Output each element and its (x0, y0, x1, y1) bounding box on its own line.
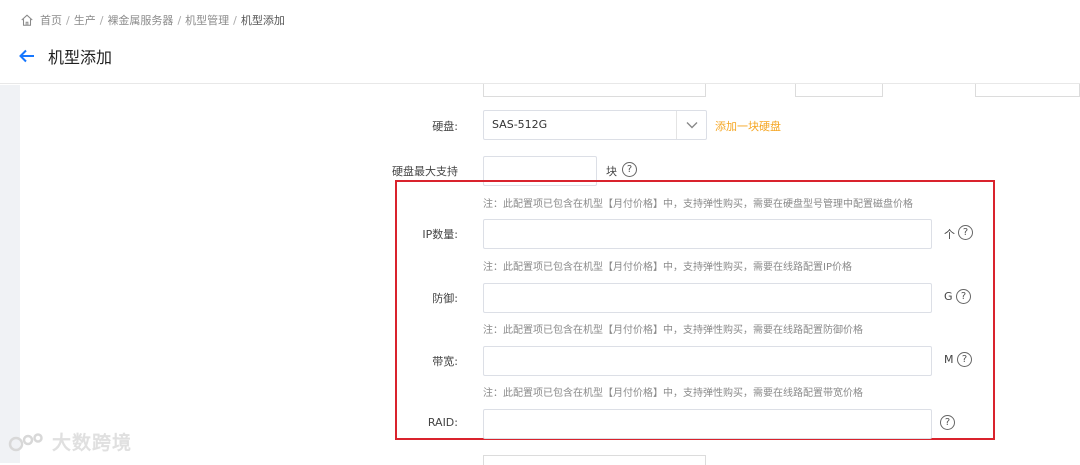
breadcrumb-bare-metal[interactable]: 裸金属服务器 (107, 12, 173, 28)
ip-count-label: IP数量: (422, 228, 458, 241)
defense-note: 注：此配置项已包含在机型【月付价格】中，支持弹性购买，需要在线路配置防御价格 (483, 325, 863, 336)
bandwidth-note: 注：此配置项已包含在机型【月付价格】中，支持弹性购买，需要在线路配置带宽价格 (483, 388, 863, 399)
defense-unit: G (944, 290, 953, 303)
previous-input-edge (795, 84, 883, 97)
disk-select[interactable]: SAS-512G (483, 110, 707, 140)
bandwidth-input[interactable] (483, 346, 932, 376)
disk-max-unit: 块 (606, 165, 617, 178)
help-icon[interactable]: ? (956, 289, 971, 304)
disk-select-value: SAS-512G (492, 118, 548, 131)
ip-count-unit: 个 (944, 228, 955, 241)
breadcrumb-current: 机型添加 (240, 14, 285, 27)
help-icon[interactable]: ? (940, 415, 955, 430)
help-icon[interactable]: ? (958, 225, 973, 240)
breadcrumb-separator: / (99, 13, 104, 27)
bandwidth-unit: M (944, 353, 954, 366)
previous-input-edge (975, 84, 1080, 97)
defense-input[interactable] (483, 283, 932, 313)
disk-label: 硬盘: (432, 120, 458, 133)
ip-count-note: 注：此配置项已包含在机型【月付价格】中，支持弹性购买，需要在线路配置IP价格 (483, 262, 852, 273)
breadcrumb-separator: / (233, 13, 237, 27)
disk-max-label: 硬盘最大支持 (392, 165, 458, 178)
breadcrumb-separator: / (177, 13, 182, 27)
watermark-text: 大数跨境 (52, 432, 133, 454)
page-title: 机型添加 (48, 48, 113, 67)
breadcrumb-model-management[interactable]: 机型管理 (185, 12, 229, 28)
watermark-logo-icon (8, 432, 43, 451)
breadcrumb-production[interactable]: 生产 (74, 12, 96, 28)
next-input-edge (483, 455, 706, 465)
help-icon[interactable]: ? (957, 352, 972, 367)
bandwidth-label: 带宽: (432, 355, 458, 368)
add-disk-link[interactable]: 添加一块硬盘 (715, 118, 781, 134)
ip-count-input[interactable] (483, 219, 932, 249)
defense-label: 防御: (432, 292, 458, 305)
breadcrumb-home[interactable]: 首页 (40, 12, 62, 28)
previous-input-edge (483, 84, 706, 97)
back-arrow-icon[interactable] (18, 47, 36, 65)
home-icon[interactable] (20, 13, 34, 27)
watermark: 大数跨境 (8, 428, 132, 455)
breadcrumb-separator: / (66, 13, 70, 27)
help-icon[interactable]: ? (622, 162, 637, 177)
raid-input[interactable] (483, 409, 932, 439)
raid-label: RAID: (427, 416, 458, 429)
left-gutter (0, 85, 20, 463)
page-header: 机型添加 (18, 44, 112, 68)
chevron-down-icon[interactable] (676, 111, 706, 139)
breadcrumb: 首页 / 生产 / 裸金属服务器 / 机型管理 / 机型添加 (20, 11, 285, 29)
top-header: 首页 / 生产 / 裸金属服务器 / 机型管理 / 机型添加 机型添加 (0, 0, 1080, 84)
